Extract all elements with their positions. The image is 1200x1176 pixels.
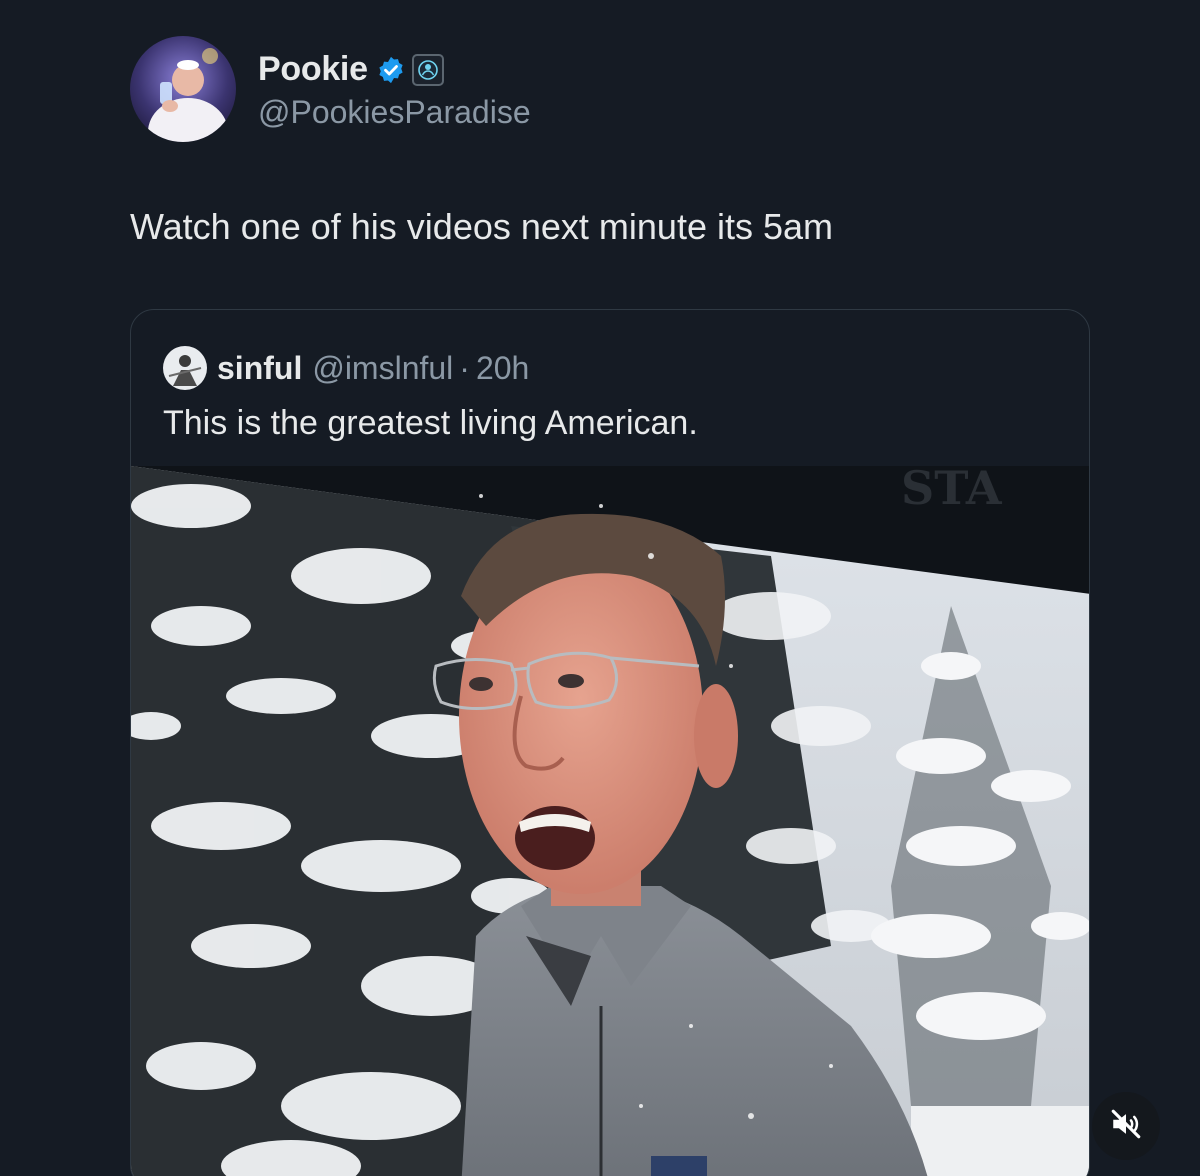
separator-dot: · [459,349,470,386]
quoted-tweet[interactable]: sinful @imslnful · 20h This is the great… [130,309,1090,1176]
quoted-tweet-text: This is the greatest living American. [163,404,698,442]
author-handle[interactable]: @PookiesParadise [258,94,531,131]
quoted-author-avatar[interactable] [163,346,207,390]
author-names: Pookie @PookiesParadise [258,48,531,131]
mute-button[interactable] [1092,1092,1160,1160]
tweet-text: Watch one of his videos next minute its … [130,206,834,247]
jacket-logo [651,1156,707,1176]
video-frame: STA [131,466,1089,1176]
verified-badge-icon [376,55,406,85]
author-avatar[interactable] [130,36,236,142]
quoted-timestamp[interactable]: 20h [476,350,529,387]
speaker-muted-icon [1109,1107,1143,1146]
author-display-name[interactable]: Pookie [258,50,368,89]
quoted-author-handle[interactable]: @imslnful [312,350,453,387]
video-player[interactable]: STA [131,466,1089,1176]
quoted-tweet-header: sinful @imslnful · 20h [163,346,529,390]
banner-overlay-text: STA [901,466,1003,515]
quoted-author-display-name[interactable]: sinful [217,350,302,387]
affiliate-badge-icon[interactable] [411,53,444,86]
name-row: Pookie [258,48,531,92]
post-screenshot: Pookie @PookiesParadise Watch one of his… [0,0,1200,1176]
tweet-header: Pookie @PookiesParadise [130,36,531,142]
